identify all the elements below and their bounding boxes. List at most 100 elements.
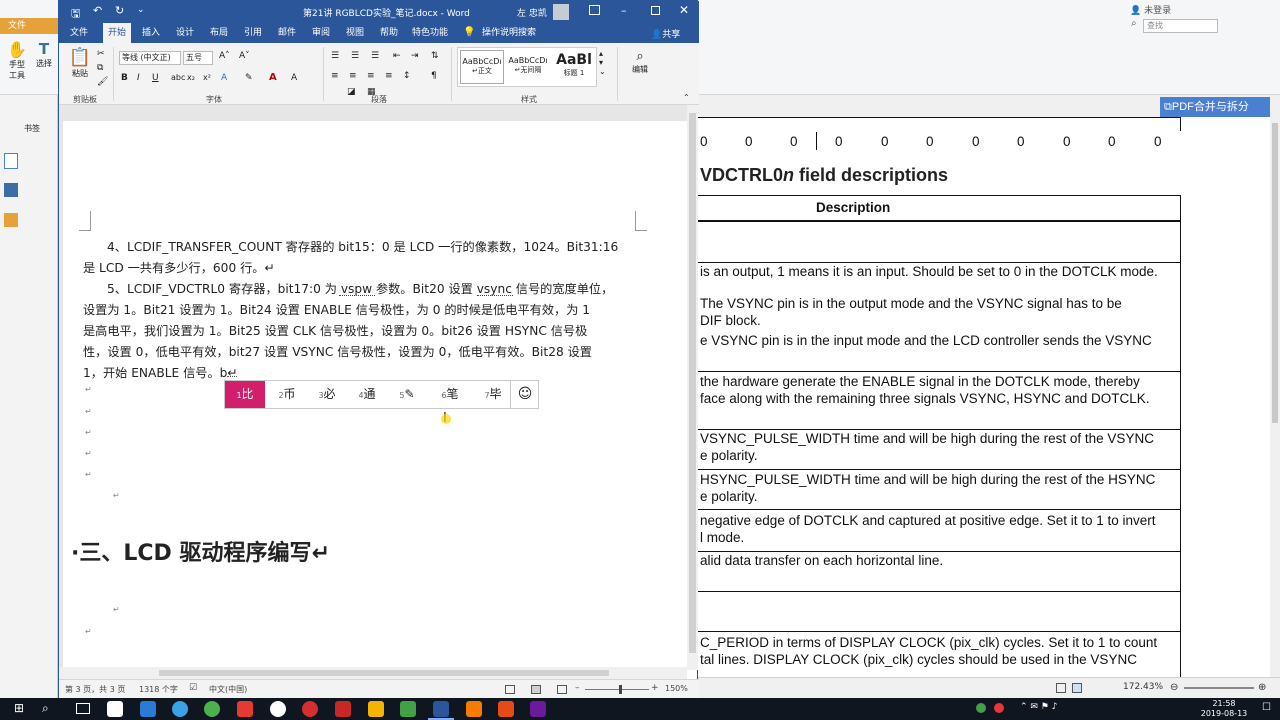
pdf-scroll-thumb[interactable]	[1272, 123, 1278, 423]
tab-featured[interactable]: 特色功能	[409, 23, 451, 43]
justify-icon[interactable]: ≡	[385, 71, 393, 81]
multilevel-list-icon[interactable]: ☰	[371, 51, 379, 61]
taskbar-app-icon-2[interactable]	[237, 701, 253, 717]
ime-candidate-3[interactable]: 3必	[307, 381, 347, 408]
document-vertical-scrollbar[interactable]	[687, 105, 698, 670]
select-tool-button[interactable]: T 选择	[32, 40, 56, 80]
highlight-icon[interactable]: ✎	[245, 73, 253, 83]
tray-app-icon[interactable]	[994, 703, 1004, 713]
cut-icon[interactable]: ✂	[97, 49, 105, 59]
continuous-page-icon[interactable]	[1072, 683, 1082, 693]
ime-candidate-5[interactable]: 5✎	[387, 381, 427, 408]
pdf-scrollbar[interactable]	[1270, 117, 1280, 677]
minimize-icon[interactable]: –	[621, 4, 627, 17]
tab-view[interactable]: 视图	[341, 23, 369, 43]
page-thumbnail-icon[interactable]	[4, 153, 18, 169]
paste-button[interactable]: 📋 粘贴	[65, 47, 95, 87]
vertical-scroll-thumb[interactable]	[689, 113, 696, 653]
zoom-in-button[interactable]: +	[651, 683, 659, 693]
pdf-merge-button[interactable]: ⧉PDF合并与拆分	[1160, 97, 1270, 117]
taskbar-app-icon-7[interactable]	[498, 701, 514, 717]
zoom-out-icon[interactable]: ⊖	[1170, 682, 1178, 693]
share-button[interactable]: 👤共享	[651, 27, 680, 40]
login-status[interactable]: 👤 未登录	[1130, 3, 1171, 16]
taskbar-app-icon-8[interactable]	[530, 701, 546, 717]
proofing-icon[interactable]: ☑	[189, 683, 197, 693]
close-icon[interactable]: ✕	[679, 3, 689, 17]
show-marks-icon[interactable]: ¶	[431, 71, 437, 81]
clock[interactable]: 21:58 2019-08-13	[1194, 698, 1254, 720]
shading-icon[interactable]: ◪	[347, 87, 356, 97]
tab-design[interactable]: 设计	[171, 23, 199, 43]
pdf-search-input[interactable]: 查找	[1143, 19, 1218, 33]
tab-help[interactable]: 帮助	[375, 23, 403, 43]
font-name-select[interactable]: 等线 (中文正)	[119, 51, 181, 65]
comments-icon[interactable]	[4, 213, 18, 227]
redo-icon[interactable]: ↻	[115, 4, 124, 17]
horizontal-scroll-thumb[interactable]	[159, 670, 609, 676]
page-count[interactable]: 第 3 页，共 3 页	[65, 684, 125, 695]
taskbar-app-icon-3[interactable]	[270, 701, 286, 717]
tab-insert[interactable]: 插入	[137, 23, 165, 43]
save-icon[interactable]: 🖫	[71, 5, 80, 24]
taskbar-app-icon-5[interactable]	[400, 701, 416, 717]
notification-icon[interactable]: ☐	[1262, 702, 1271, 713]
tab-file[interactable]: 文件	[65, 23, 93, 43]
customize-toolbar-icon[interactable]: ⌄	[137, 5, 145, 15]
ribbon-display-icon[interactable]	[589, 5, 600, 15]
style-no-spacing[interactable]: AaBbCcDı ↵无间隔	[506, 50, 550, 84]
numbering-icon[interactable]: ☰	[351, 51, 359, 61]
tray-icons[interactable]: ⌃ ✉ ⚑ ♪	[1020, 702, 1057, 712]
font-size-select[interactable]: 五号	[183, 51, 213, 65]
format-painter-icon[interactable]: 🖌	[97, 77, 108, 87]
tab-review[interactable]: 审阅	[307, 23, 335, 43]
taskbar-app-icon[interactable]	[107, 701, 123, 717]
zoom-level[interactable]: 150%	[665, 684, 688, 693]
italic-button[interactable]: I	[137, 73, 140, 83]
sort-icon[interactable]: ⇅	[431, 51, 439, 61]
netease-icon[interactable]	[302, 701, 318, 717]
web-layout-icon[interactable]	[557, 685, 567, 694]
text-effects-icon[interactable]: A	[221, 73, 227, 83]
ime-candidate-4[interactable]: 4通	[347, 381, 387, 408]
shrink-font-icon[interactable]: A˅	[239, 51, 250, 61]
font-color-icon[interactable]: A	[269, 72, 277, 83]
tab-references[interactable]: 引用	[239, 23, 267, 43]
superscript-button[interactable]: x²	[203, 73, 211, 82]
tray-app-icon[interactable]	[976, 703, 986, 713]
layers-icon[interactable]	[4, 183, 18, 197]
browser-icon-2[interactable]	[204, 701, 220, 717]
increase-indent-icon[interactable]: ⇥	[411, 51, 419, 61]
hand-tool-button[interactable]: ✋ 手型工具	[6, 40, 28, 86]
taskbar-search-icon[interactable]: ⌕	[42, 701, 49, 716]
styles-scroll-icon[interactable]: ▴ ▾ ⌄	[599, 49, 606, 76]
user-name[interactable]: 左 忠凯	[517, 6, 547, 19]
copy-icon[interactable]: ⧉	[97, 63, 103, 73]
pdf-file-tab[interactable]: 文件	[0, 18, 58, 34]
avatar[interactable]	[553, 4, 569, 20]
pdf-zoom-level[interactable]: 172.43%	[1123, 682, 1163, 692]
windows-start-icon[interactable]: ⊞	[14, 701, 24, 715]
browser-icon[interactable]	[172, 701, 188, 717]
word-taskbar-icon[interactable]	[433, 701, 449, 717]
single-page-icon[interactable]	[1056, 683, 1066, 693]
folder-icon[interactable]	[368, 701, 384, 717]
underline-button[interactable]: U	[152, 73, 159, 83]
word-count[interactable]: 1318 个字	[139, 684, 178, 695]
zoom-slider[interactable]	[585, 689, 649, 690]
style-heading-1[interactable]: AaBl 标题 1	[552, 50, 596, 84]
strikethrough-button[interactable]: abc	[171, 73, 185, 82]
align-center-icon[interactable]: ≡	[349, 71, 357, 81]
line-spacing-icon[interactable]: ↕	[403, 71, 411, 81]
subscript-button[interactable]: x₂	[187, 73, 195, 82]
edit-button[interactable]: ⌕ 编辑	[625, 49, 655, 75]
print-layout-icon[interactable]	[531, 685, 541, 694]
ime-candidate-6[interactable]: 6笔	[430, 381, 470, 408]
align-left-icon[interactable]: ≡	[331, 71, 339, 81]
read-mode-icon[interactable]	[505, 685, 515, 694]
task-view-icon[interactable]	[76, 703, 90, 714]
zoom-out-button[interactable]: –	[575, 683, 580, 693]
bullets-icon[interactable]: ☰	[331, 51, 339, 61]
collapse-ribbon-icon[interactable]: ⌃	[683, 93, 690, 102]
ime-candidate-2[interactable]: 2币	[267, 381, 307, 408]
